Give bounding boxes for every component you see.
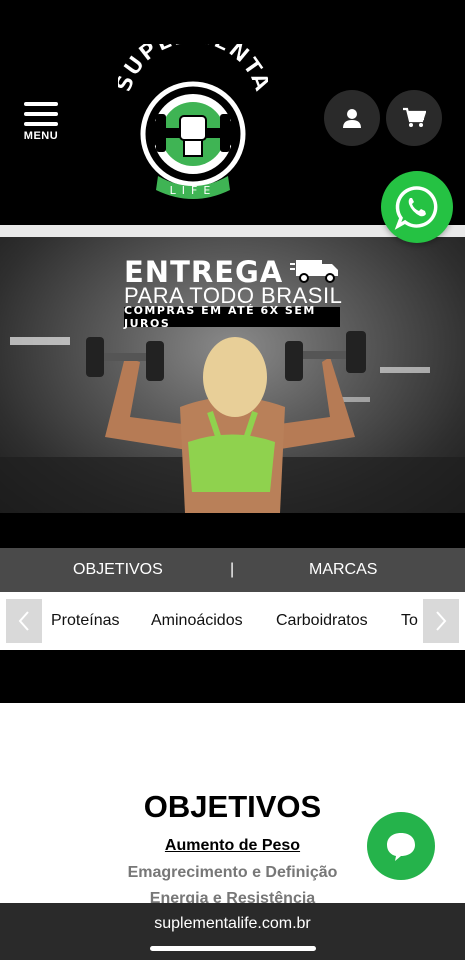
hamburger-bar [24,112,58,116]
whatsapp-button[interactable] [381,171,453,243]
user-icon [343,109,361,128]
carousel-prev-button[interactable] [6,599,42,643]
chat-button[interactable] [367,812,435,880]
site-logo[interactable]: SUPLEMENTA LIFE [111,23,274,204]
nav-separator: | [230,561,235,578]
chevron-right-icon [436,611,447,631]
nav-objetivos[interactable]: OBJETIVOS [73,561,163,579]
hero-banner[interactable]: ENTREGA PARA TODO BRASIL COMPRAS EM ATÉ … [0,237,465,513]
chevron-left-icon [18,611,29,631]
home-indicator [150,946,316,951]
account-button[interactable] [324,90,380,146]
hamburger-bar [24,122,58,126]
browser-url-bar[interactable]: suplementalife.com.br [0,903,465,960]
logo-text-bottom: LIFE [170,184,217,197]
chat-icon [387,833,415,861]
menu-label: MENU [23,130,59,142]
category-item[interactable]: Proteínas [51,612,119,630]
spacer [0,650,465,703]
category-item[interactable]: To [401,612,421,630]
main-nav: OBJETIVOS | MARCAS [0,548,465,592]
spacer [0,513,465,548]
category-carousel: Proteínas Aminoácidos Carboidratos To [0,592,465,650]
category-item[interactable]: Aminoácidos [151,612,243,630]
carousel-next-button[interactable] [423,599,459,643]
truck-icon [290,260,338,283]
banner-badge: COMPRAS EM ATÉ 6X SEM JUROS [124,304,340,330]
cart-icon [403,107,426,127]
url-text: suplementalife.com.br [154,915,311,932]
whatsapp-icon [394,186,438,230]
nav-marcas[interactable]: MARCAS [309,561,377,579]
menu-button[interactable]: MENU [22,102,60,142]
cart-button[interactable] [386,90,442,146]
hamburger-icon [24,102,58,106]
category-item[interactable]: Carboidratos [276,612,368,630]
